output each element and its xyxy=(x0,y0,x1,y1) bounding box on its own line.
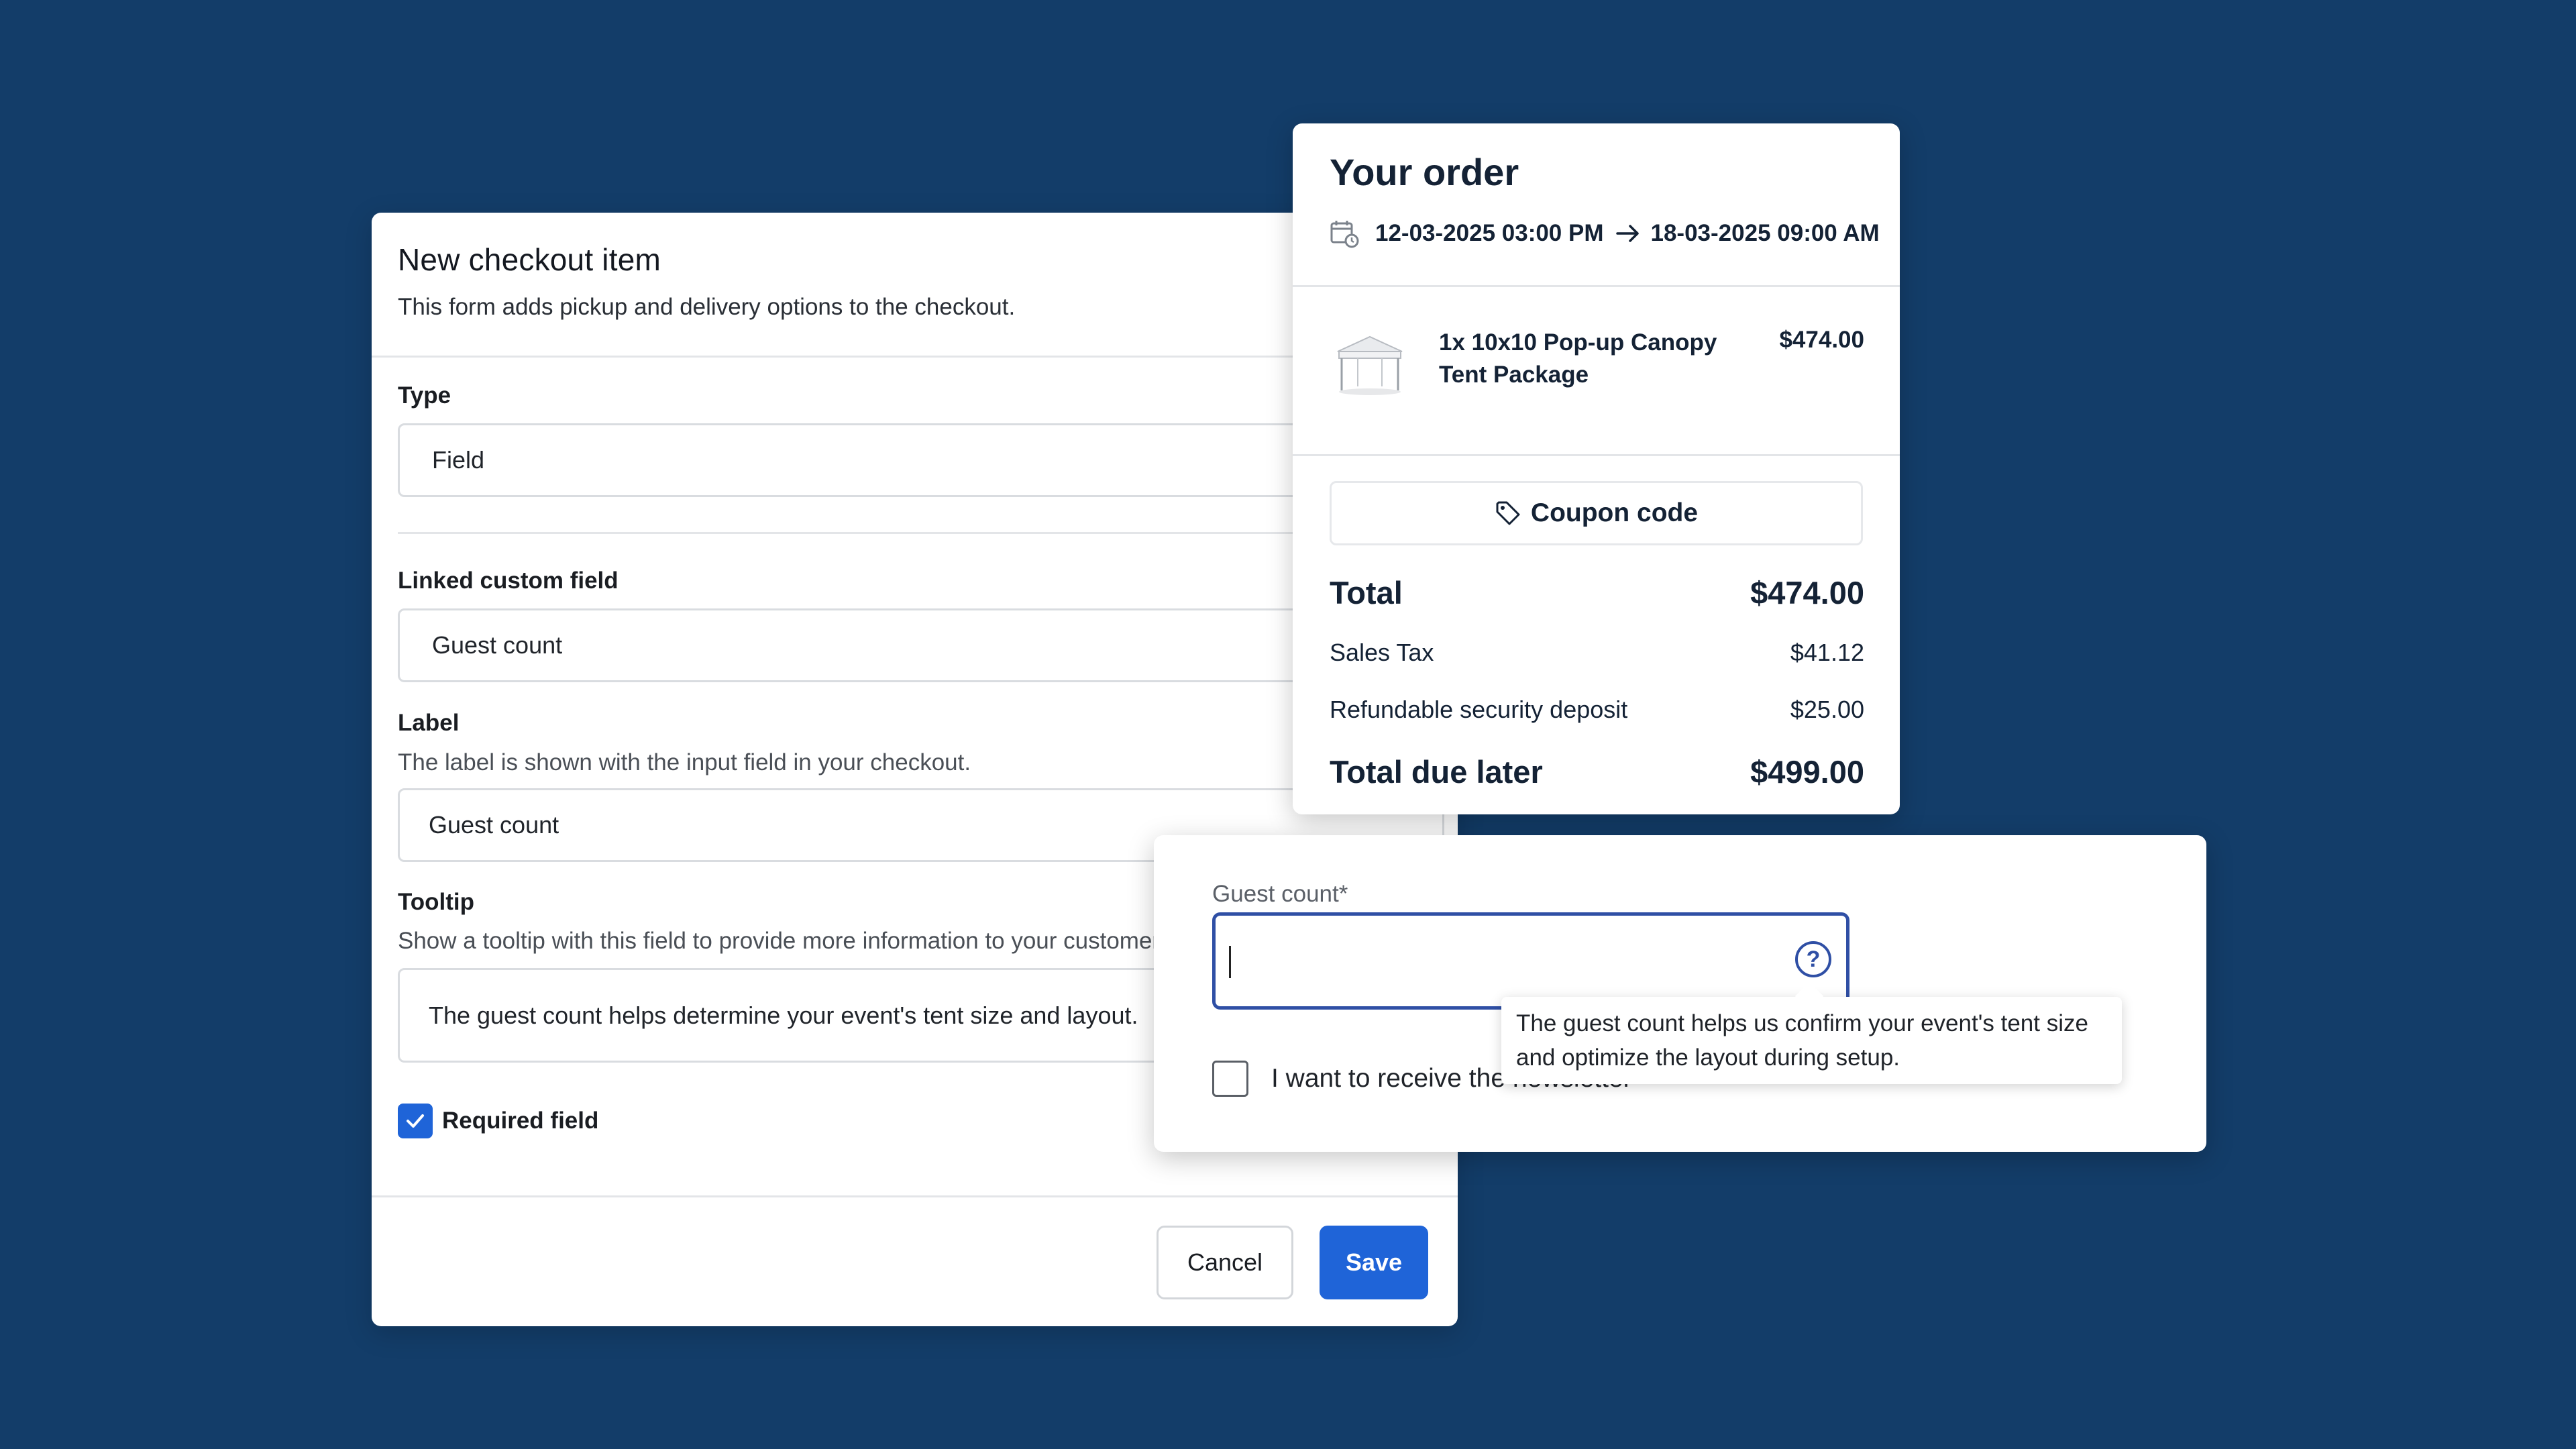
newsletter-checkbox[interactable] xyxy=(1212,1061,1248,1097)
total-due-later-value: $499.00 xyxy=(1750,754,1864,790)
coupon-code-label: Coupon code xyxy=(1530,498,1699,527)
total-due-later-label: Total due later xyxy=(1330,754,1543,790)
form-subtitle: This form adds pickup and delivery optio… xyxy=(398,294,1016,320)
sales-tax-label: Sales Tax xyxy=(1330,639,1434,666)
save-button[interactable]: Save xyxy=(1320,1226,1428,1299)
rental-period: 12-03-2025 03:00 PM 18-03-2025 09:00 AM xyxy=(1330,219,1880,248)
label-field-label: Label xyxy=(398,710,460,736)
tooltip-textarea-value: The guest count helps determine your eve… xyxy=(429,1001,1138,1029)
label-help-text: The label is shown with the input field … xyxy=(398,749,971,775)
canopy-tent-image xyxy=(1337,335,1403,395)
total-due-later-row: Total due later $499.00 xyxy=(1330,753,1864,790)
start-date: 12-03-2025 03:00 PM xyxy=(1375,220,1604,246)
required-field-checkbox[interactable] xyxy=(398,1104,433,1138)
linked-custom-field-select[interactable]: Guest count xyxy=(398,608,1444,682)
tag-icon xyxy=(1496,501,1520,525)
security-deposit-value: $25.00 xyxy=(1790,696,1864,723)
product-price: $474.00 xyxy=(1779,327,1864,353)
cancel-button[interactable]: Cancel xyxy=(1157,1226,1293,1299)
linked-custom-field-label: Linked custom field xyxy=(398,568,619,594)
order-summary-card: Your order 12-03-2025 03:00 PM 18-03-202… xyxy=(1293,123,1900,814)
linked-custom-field-value: Guest count xyxy=(432,631,563,659)
sales-tax-value: $41.12 xyxy=(1790,639,1864,666)
question-circle-icon[interactable]: ? xyxy=(1795,941,1831,977)
required-field-row[interactable]: Required field xyxy=(398,1104,598,1138)
checkmark-icon xyxy=(407,1114,424,1128)
type-select[interactable]: Field xyxy=(398,423,1444,497)
footer-divider xyxy=(372,1195,1458,1197)
type-select-value: Field xyxy=(432,446,485,474)
tooltip-text: The guest count helps us confirm your ev… xyxy=(1516,1010,2088,1071)
total-value: $474.00 xyxy=(1750,575,1864,610)
guest-count-tooltip: The guest count helps us confirm your ev… xyxy=(1501,997,2122,1084)
order-title: Your order xyxy=(1330,151,1519,193)
total-row: Total $474.00 xyxy=(1330,574,1864,611)
form-title: New checkout item xyxy=(398,242,661,277)
security-deposit-label: Refundable security deposit xyxy=(1330,696,1628,723)
calendar-clock-icon xyxy=(1330,221,1359,248)
sales-tax-row: Sales Tax $41.12 xyxy=(1330,639,1864,667)
type-label: Type xyxy=(398,382,451,409)
text-caret xyxy=(1229,946,1231,978)
order-divider xyxy=(1293,454,1900,456)
end-date: 18-03-2025 09:00 AM xyxy=(1650,220,1880,246)
required-field-label: Required field xyxy=(442,1108,599,1134)
tooltip-field-label: Tooltip xyxy=(398,889,475,915)
guest-count-label: Guest count* xyxy=(1212,881,1348,907)
form-header: New checkout item This form adds pickup … xyxy=(398,241,1015,321)
order-divider xyxy=(1293,285,1900,287)
guest-count-input[interactable]: ? xyxy=(1212,912,1849,1010)
coupon-code-button[interactable]: Coupon code xyxy=(1330,481,1863,545)
security-deposit-row: Refundable security deposit $25.00 xyxy=(1330,696,1864,724)
arrow-right-icon xyxy=(1615,225,1639,242)
checkout-field-preview: Guest count* ? I want to receive the new… xyxy=(1154,835,2206,1152)
total-label: Total xyxy=(1330,575,1403,610)
label-input-value: Guest count xyxy=(429,811,559,839)
tooltip-help-text: Show a tooltip with this field to provid… xyxy=(398,928,1165,954)
product-name: 1x 10x10 Pop-up Canopy Tent Package xyxy=(1439,329,1717,388)
